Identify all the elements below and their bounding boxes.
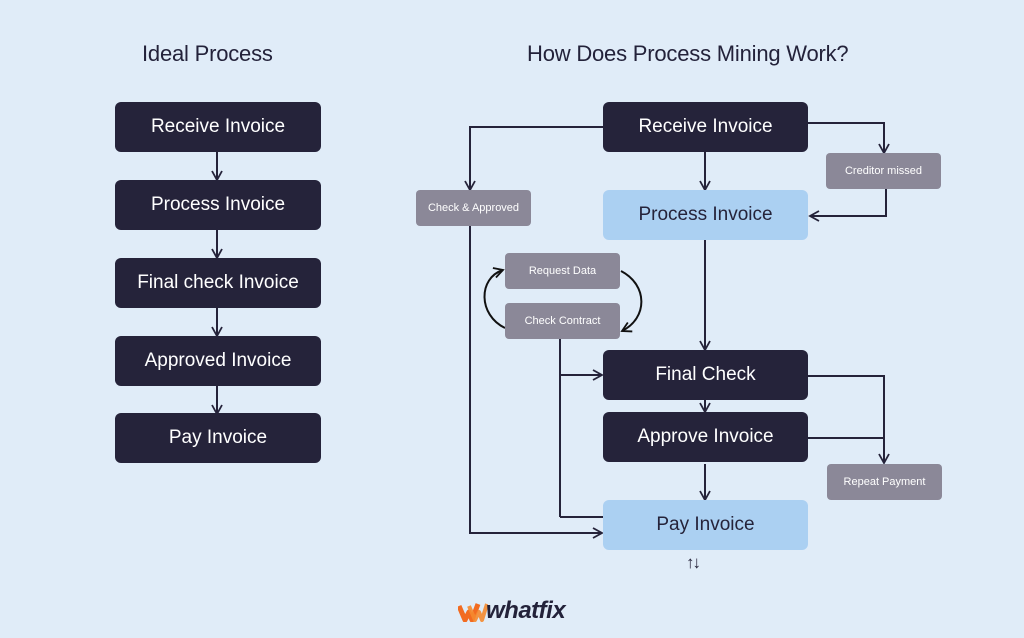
- mining-node-approve-invoice: Approve Invoice: [603, 412, 808, 462]
- mining-node-pay-invoice: Pay Invoice: [603, 500, 808, 550]
- side-node-creditor-missed: Creditor missed: [826, 153, 941, 189]
- arrow-receive-to-check-approved: [464, 126, 603, 192]
- side-node-request-data: Request Data: [505, 253, 620, 289]
- up-down-arrows-icon: ↑↓: [686, 553, 701, 572]
- whatfix-logo: whatfix: [458, 596, 566, 626]
- loop-arrow-contract-to-request: [483, 267, 506, 329]
- side-node-repeat-payment: Repeat Payment: [827, 464, 942, 500]
- ideal-step-receive-invoice: Receive Invoice: [115, 102, 321, 152]
- arrow-final-to-repeat: [808, 375, 890, 465]
- side-node-check-approved: Check & Approved: [416, 190, 531, 226]
- loop-arrow-request-to-contract: [620, 270, 643, 333]
- arrow-creditor-to-process: [808, 189, 887, 222]
- mining-node-final-check: Final Check: [603, 350, 808, 400]
- mining-node-receive-invoice: Receive Invoice: [603, 102, 808, 152]
- ideal-step-process-invoice: Process Invoice: [115, 180, 321, 230]
- side-node-check-contract: Check Contract: [505, 303, 620, 339]
- arrow-receive-to-creditor: [808, 122, 890, 155]
- whatfix-logo-text: whatfix: [486, 597, 566, 624]
- ideal-step-final-check-invoice: Final check Invoice: [115, 258, 321, 308]
- whatfix-w-mark-icon: [458, 603, 488, 622]
- ideal-step-approved-invoice: Approved Invoice: [115, 336, 321, 386]
- ideal-step-pay-invoice: Pay Invoice: [115, 413, 321, 463]
- mining-node-process-invoice: Process Invoice: [603, 190, 808, 240]
